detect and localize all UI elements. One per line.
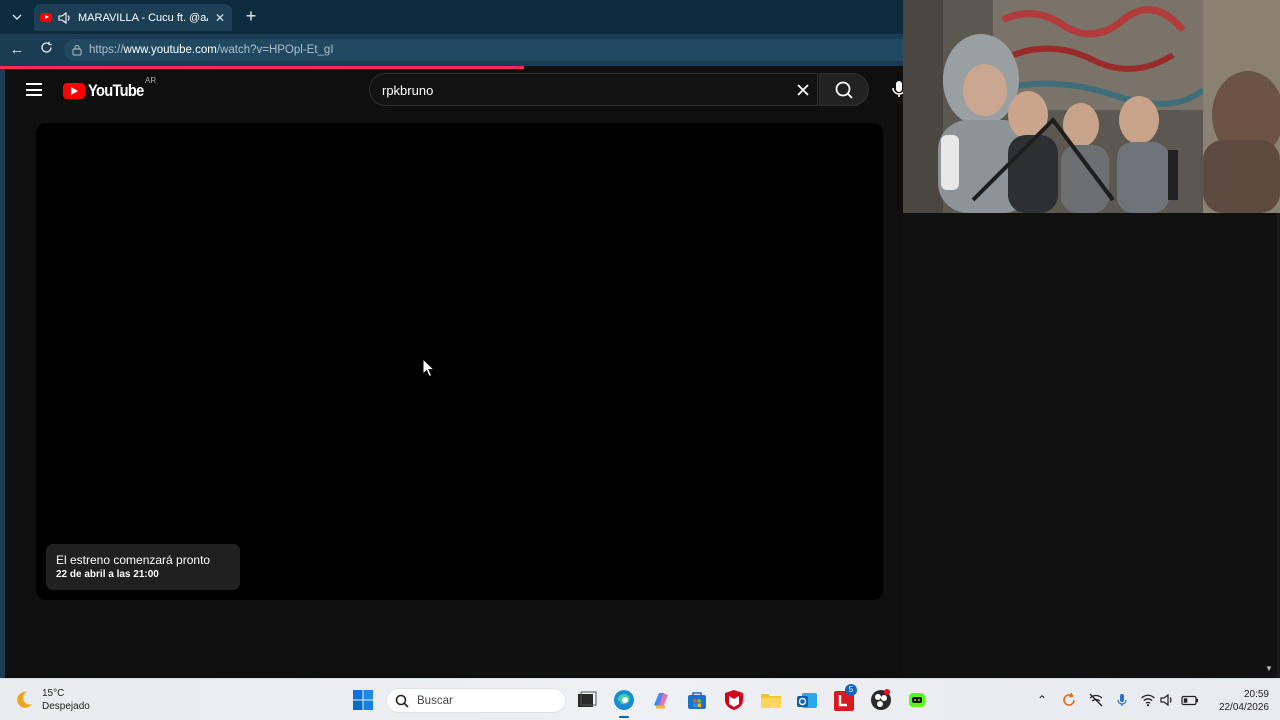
search-icon — [835, 81, 853, 99]
browser-tab-strip: MARAVILLA - Cucu ft. @aAlan ✕ + — [0, 0, 903, 34]
url-text: https://www.youtube.com/watch?v=HPOpl-Et… — [89, 44, 334, 56]
folder-icon — [761, 694, 781, 708]
tray-network-off[interactable] — [1088, 692, 1104, 708]
show-hidden-icons-button[interactable]: ⌃ — [1034, 692, 1050, 708]
premiere-date: 22 de abril a las 21:00 — [56, 569, 159, 580]
clear-search-icon[interactable] — [793, 80, 813, 100]
copilot-icon — [654, 693, 668, 709]
clock-date: 22/04/2026 — [1218, 702, 1269, 713]
url-host: www.youtube.com — [123, 44, 217, 56]
close-tab-icon[interactable]: ✕ — [214, 11, 226, 25]
webcam-overlay — [903, 0, 1280, 213]
tray-wifi[interactable] — [1140, 692, 1156, 708]
refresh-icon — [40, 41, 52, 53]
desktop-screen: MARAVILLA - Cucu ft. @aAlan ✕ + ← https:… — [0, 0, 1280, 720]
taskbar-mcafee[interactable] — [723, 689, 745, 711]
obs-icon — [871, 689, 891, 710]
url-path: /watch?v=HPOpl-Et_gI — [216, 44, 334, 56]
youtube-favicon-icon — [40, 13, 52, 22]
tray-battery[interactable] — [1181, 692, 1198, 708]
taskbar-copilot[interactable] — [650, 689, 672, 711]
taskbar-chat-app[interactable] — [906, 689, 928, 711]
mail-icon — [797, 693, 817, 708]
browser-toolbar: ← https://www.youtube.com/watch?v=HPOpl-… — [0, 34, 903, 66]
premiere-message: El estreno comenzará pronto — [56, 553, 211, 567]
tray-sync[interactable] — [1061, 692, 1077, 708]
secondary-column — [903, 213, 1277, 678]
url-scheme: https:// — [89, 44, 124, 56]
tray-microphone[interactable] — [1114, 692, 1130, 708]
taskbar-outlook[interactable] — [796, 689, 818, 711]
taskbar-edge[interactable] — [613, 689, 635, 718]
site-info-icon[interactable] — [72, 44, 82, 56]
microphone-icon — [1117, 694, 1127, 706]
edge-browser-icon — [614, 690, 634, 710]
taskbar-app-l[interactable]: 5 — [833, 684, 857, 711]
moon-icon — [17, 691, 32, 708]
store-icon — [688, 692, 706, 709]
taskbar-search-placeholder: Buscar — [417, 694, 453, 707]
clock-time: 20:59 — [1243, 689, 1269, 700]
mouse-cursor-icon — [422, 358, 436, 378]
weather-temp: 15°C — [42, 688, 65, 699]
shield-icon — [725, 690, 743, 710]
wifi-icon — [1141, 694, 1155, 707]
chat-bot-icon — [909, 693, 925, 707]
search-box — [369, 73, 818, 106]
taskbar-file-explorer[interactable] — [760, 689, 782, 711]
youtube-logo[interactable]: YouTube AR — [63, 76, 156, 101]
browser-tab-active[interactable]: MARAVILLA - Cucu ft. @aAlan ✕ — [34, 4, 232, 31]
taskbar-obs[interactable] — [870, 689, 892, 711]
tray-volume[interactable] — [1159, 692, 1175, 708]
speaker-icon[interactable] — [58, 11, 72, 24]
country-code: AR — [145, 76, 157, 85]
battery-icon — [1181, 695, 1198, 706]
speaker-icon — [1160, 693, 1172, 707]
back-button[interactable]: ← — [7, 41, 27, 59]
video-player[interactable]: El estreno comenzará pronto 22 de abril … — [36, 123, 883, 600]
system-clock[interactable]: 20:59 22/04/2026 — [1207, 688, 1269, 714]
address-bar[interactable]: https://www.youtube.com/watch?v=HPOpl-Et… — [64, 39, 903, 61]
windows-logo-icon — [353, 690, 373, 710]
search-button[interactable] — [819, 73, 869, 106]
premiere-notice: El estreno comenzará pronto 22 de abril … — [46, 544, 240, 590]
plus-icon: + — [245, 6, 257, 26]
task-view-button[interactable] — [576, 689, 598, 711]
taskbar-search[interactable]: Buscar — [386, 688, 566, 713]
task-view-icon — [578, 691, 597, 707]
youtube-header: YouTube AR — [5, 69, 906, 111]
chevron-up-icon: ⌃ — [1036, 693, 1048, 707]
weather-widget[interactable]: 15°C Despejado — [14, 687, 90, 713]
menu-hamburger-icon[interactable] — [26, 83, 42, 96]
network-off-icon — [1089, 693, 1103, 707]
weather-text: 15°C Despejado — [42, 687, 90, 713]
new-tab-button[interactable]: + — [241, 7, 261, 27]
webcam-scene-image — [903, 0, 1280, 213]
scroll-down-arrow-icon[interactable]: ▼ — [1265, 664, 1275, 674]
chevron-down-icon — [12, 14, 22, 20]
search-icon — [395, 694, 409, 708]
tab-actions-menu-button[interactable] — [5, 6, 29, 28]
start-button[interactable] — [352, 689, 374, 711]
youtube-play-icon — [63, 83, 85, 99]
sync-icon — [1063, 692, 1075, 706]
taskbar-store[interactable] — [686, 689, 708, 711]
search-input[interactable] — [382, 81, 772, 99]
notification-badge: 5 — [845, 684, 857, 696]
arrow-left-icon: ← — [9, 41, 25, 58]
browser-frame-edge — [0, 69, 5, 678]
youtube-wordmark: YouTube — [88, 81, 144, 100]
refresh-button[interactable] — [36, 41, 56, 59]
windows-taskbar: 15°C Despejado Buscar 5 ⌃ 20:59 22/04/20… — [0, 678, 1280, 720]
tab-title: MARAVILLA - Cucu ft. @aAlan — [78, 11, 208, 24]
weather-condition: Despejado — [42, 701, 90, 712]
